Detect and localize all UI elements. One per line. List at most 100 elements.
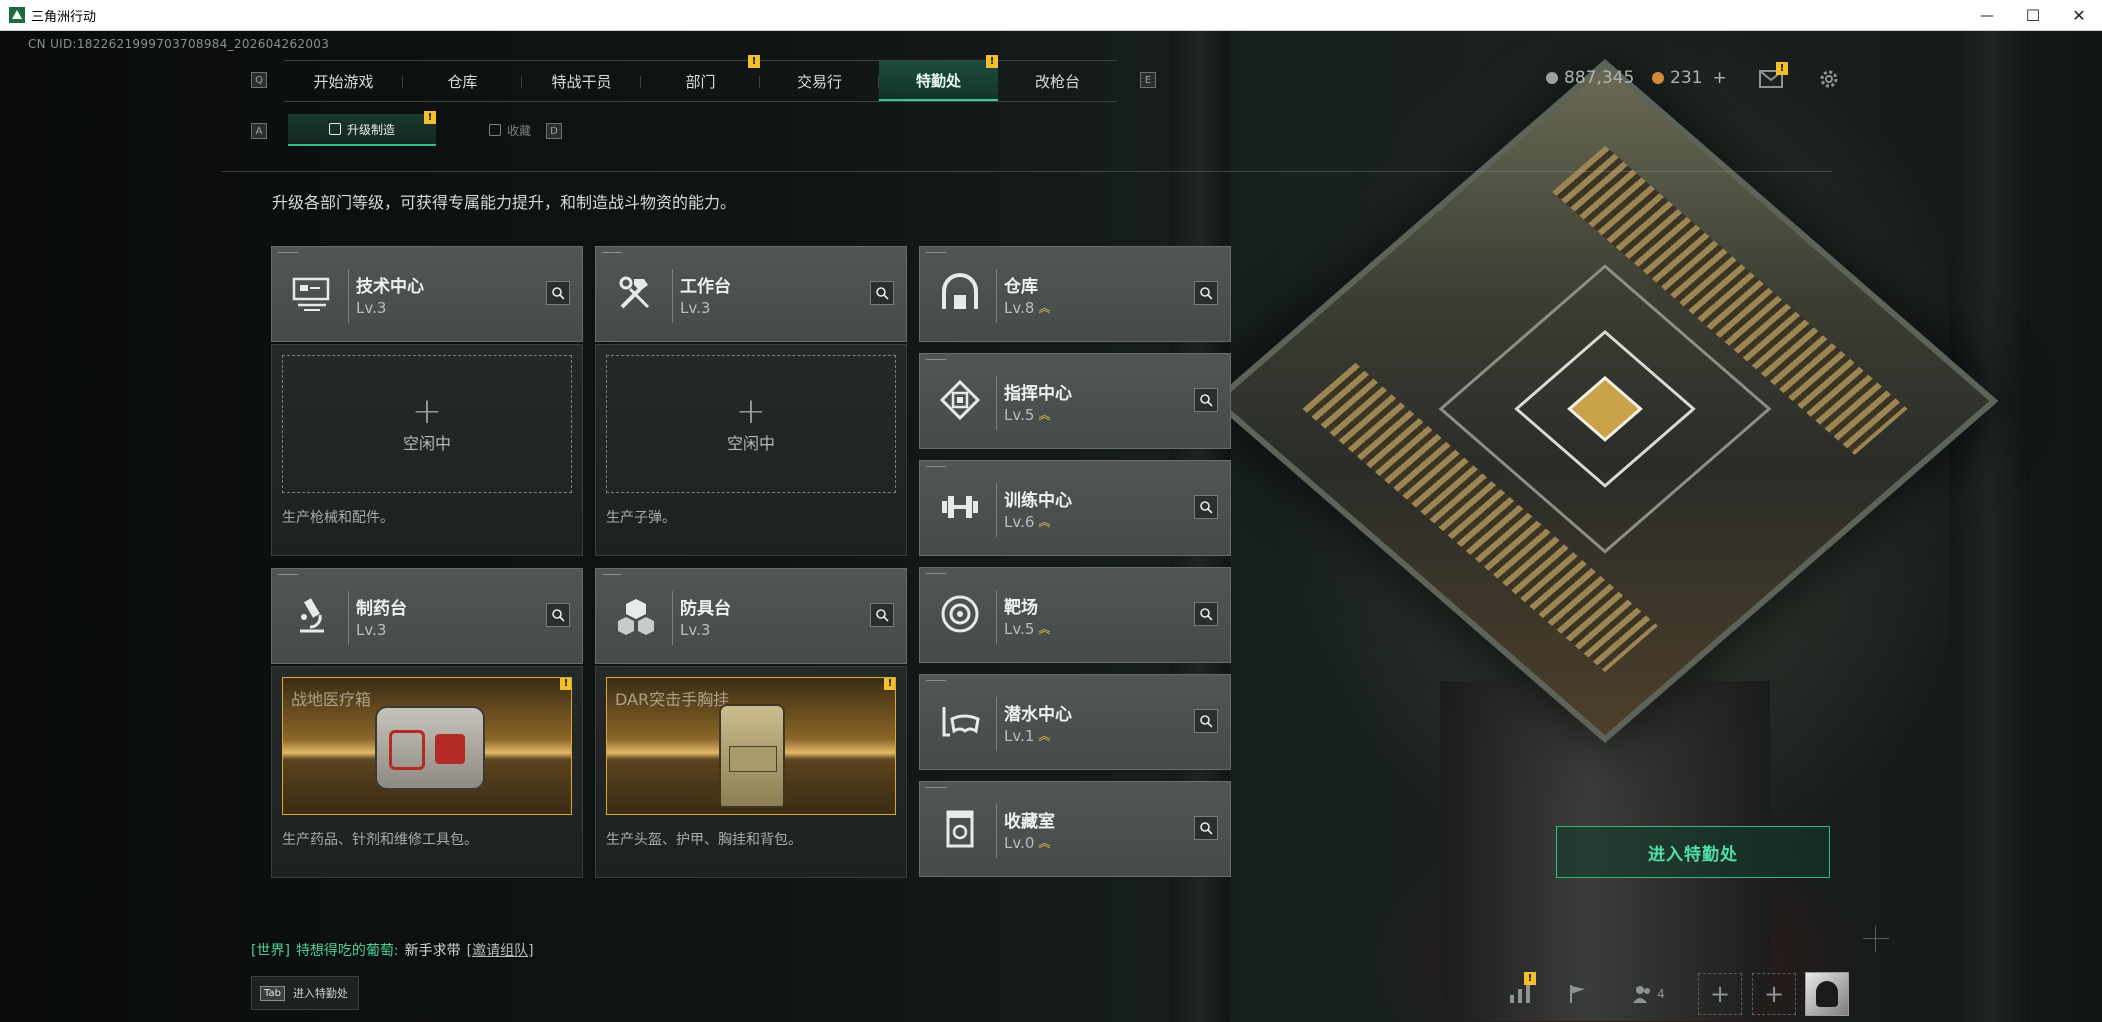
station-level: Lv.3	[680, 299, 710, 317]
tab-special-ops[interactable]: 特勤处 !	[879, 55, 998, 101]
search-icon	[552, 287, 565, 300]
tools-icon	[604, 261, 668, 325]
player-avatar[interactable]	[1805, 972, 1849, 1016]
search-button[interactable]	[546, 281, 570, 305]
main-tabs: 开始游戏 仓库 特战干员 部门 ! 交易行 特勤处 ! 改枪台	[284, 55, 1117, 102]
search-button[interactable]	[1194, 281, 1218, 305]
team-slot-add-button[interactable]: +	[1698, 973, 1742, 1015]
product-slot-chest-rig[interactable]: DAR突击手胸挂 !	[606, 677, 896, 815]
currency-amount: 231	[1670, 68, 1703, 88]
invite-team-link[interactable]: [邀请组队]	[467, 940, 534, 960]
level-text: Lv.3	[680, 621, 711, 639]
level-text: Lv.0	[1004, 834, 1035, 852]
nav-prev-key[interactable]: Q	[251, 72, 267, 88]
close-button[interactable]: ✕	[2056, 0, 2102, 31]
tab-gunsmith[interactable]: 改枪台	[998, 61, 1117, 101]
search-button[interactable]	[870, 603, 894, 627]
search-button[interactable]	[546, 603, 570, 627]
tab-warehouse[interactable]: 仓库	[403, 61, 522, 101]
tab-start-game[interactable]: 开始游戏	[284, 61, 403, 101]
station-card-command[interactable]: 指挥中心 Lv.5 ︽	[919, 353, 1231, 449]
collection-icon	[928, 796, 992, 860]
station-card-training[interactable]: 训练中心 Lv.6 ︽	[919, 460, 1231, 556]
flag-icon	[1570, 985, 1585, 1003]
bar-chart-icon	[1510, 985, 1530, 1003]
panel-caption: 生产枪械和配件。	[282, 510, 394, 526]
panel-caption: 生产子弹。	[606, 510, 676, 526]
station-level: Lv.0 ︽	[1004, 834, 1050, 852]
tab-shortcut-hint[interactable]: Tab 进入特勤处	[251, 976, 359, 1010]
tab-label: 特勤处	[915, 71, 961, 90]
station-card-warehouse[interactable]: 仓库 Lv.8 ︽	[919, 246, 1231, 342]
enter-special-ops-button[interactable]: 进入特勤处	[1556, 826, 1830, 878]
currency-coins: 887,345	[1546, 68, 1634, 88]
station-card-armor-bench[interactable]: 防具台 Lv.3	[595, 568, 907, 664]
maximize-button[interactable]: ☐	[2010, 0, 2056, 31]
station-name: 技术中心	[356, 277, 424, 297]
tab-label: 特战干员	[551, 72, 612, 91]
subnav-prev-key[interactable]: A	[251, 123, 267, 139]
chat-message: 新手求带	[404, 943, 461, 959]
currency-amount: 887,345	[1564, 68, 1635, 88]
station-card-diving[interactable]: 潜水中心 Lv.1 ︽	[919, 674, 1231, 770]
nav-next-key[interactable]: E	[1140, 72, 1156, 88]
search-button[interactable]	[1194, 602, 1218, 626]
search-icon	[1200, 394, 1213, 407]
level-text: Lv.5	[1004, 406, 1035, 424]
search-button[interactable]	[1194, 709, 1218, 733]
search-button[interactable]	[1194, 388, 1218, 412]
search-icon	[876, 287, 889, 300]
product-slot-medkit[interactable]: 战地医疗箱 !	[282, 677, 572, 815]
station-level: Lv.6 ︽	[1004, 513, 1050, 531]
stats-button[interactable]: !	[1498, 972, 1542, 1016]
chat-line: [世界] 特想得吃的葡萄: 新手求带 [邀请组队]	[251, 940, 534, 960]
mail-button[interactable]: !	[1756, 62, 1788, 94]
subtab-label: 升级制造	[346, 122, 395, 137]
idle-slot[interactable]: + 空闲中	[606, 355, 896, 493]
minimize-button[interactable]: —	[1964, 0, 2010, 31]
tab-market[interactable]: 交易行	[760, 61, 879, 101]
search-icon	[1200, 608, 1213, 621]
microscope-icon	[280, 583, 344, 647]
panel-caption: 生产头盔、护甲、胸挂和背包。	[606, 832, 802, 848]
station-level: Lv.5 ︽	[1004, 620, 1050, 638]
station-card-pharmacy[interactable]: 制药台 Lv.3	[271, 568, 583, 664]
product-name: 战地医疗箱	[291, 690, 372, 709]
search-icon	[1200, 287, 1213, 300]
flag-button[interactable]	[1556, 972, 1600, 1016]
add-icon: +	[411, 391, 443, 432]
station-level: Lv.3	[356, 299, 386, 317]
level-text: Lv.1	[1004, 727, 1035, 745]
tab-operators[interactable]: 特战干员	[522, 61, 641, 101]
window-controls: — ☐ ✕	[1964, 0, 2102, 31]
add-currency-button[interactable]: +	[1712, 68, 1726, 88]
notification-badge: !	[1524, 972, 1536, 985]
subtab-upgrade-craft[interactable]: 升级制造 !	[288, 111, 436, 146]
upgrade-available-icon: ︽	[1038, 300, 1051, 315]
chat-sender[interactable]: 特想得吃的葡萄:	[296, 940, 399, 960]
station-name: 潜水中心	[1004, 705, 1072, 725]
station-name: 防具台	[680, 599, 731, 619]
friends-button[interactable]: 4	[1618, 972, 1678, 1016]
notification-badge: !	[884, 678, 895, 690]
chest-rig-image	[719, 704, 785, 808]
tab-key-icon: Tab	[260, 985, 285, 1001]
trophy-icon	[488, 124, 501, 136]
idle-slot[interactable]: + 空闲中	[282, 355, 572, 493]
subnav-next-key[interactable]: D	[546, 123, 562, 139]
station-card-tech-center[interactable]: 技术中心 Lv.3	[271, 246, 583, 342]
tab-department[interactable]: 部门 !	[641, 55, 760, 101]
station-card-collection[interactable]: 收藏室 Lv.0 ︽	[919, 781, 1231, 877]
production-panel-pharmacy: 战地医疗箱 ! 生产药品、针剂和维修工具包。	[271, 666, 583, 878]
notification-badge: !	[1776, 62, 1788, 75]
medkit-image	[375, 706, 485, 790]
search-button[interactable]	[1194, 816, 1218, 840]
station-card-workbench[interactable]: 工作台 Lv.3	[595, 246, 907, 342]
search-icon	[1200, 501, 1213, 514]
settings-button[interactable]	[1814, 64, 1844, 94]
team-slot-add-button[interactable]: +	[1752, 973, 1796, 1015]
search-button[interactable]	[1194, 495, 1218, 519]
production-panel-workbench: + 空闲中 生产子弹。	[595, 344, 907, 556]
station-card-range[interactable]: 靶场 Lv.5 ︽	[919, 567, 1231, 663]
search-button[interactable]	[870, 281, 894, 305]
